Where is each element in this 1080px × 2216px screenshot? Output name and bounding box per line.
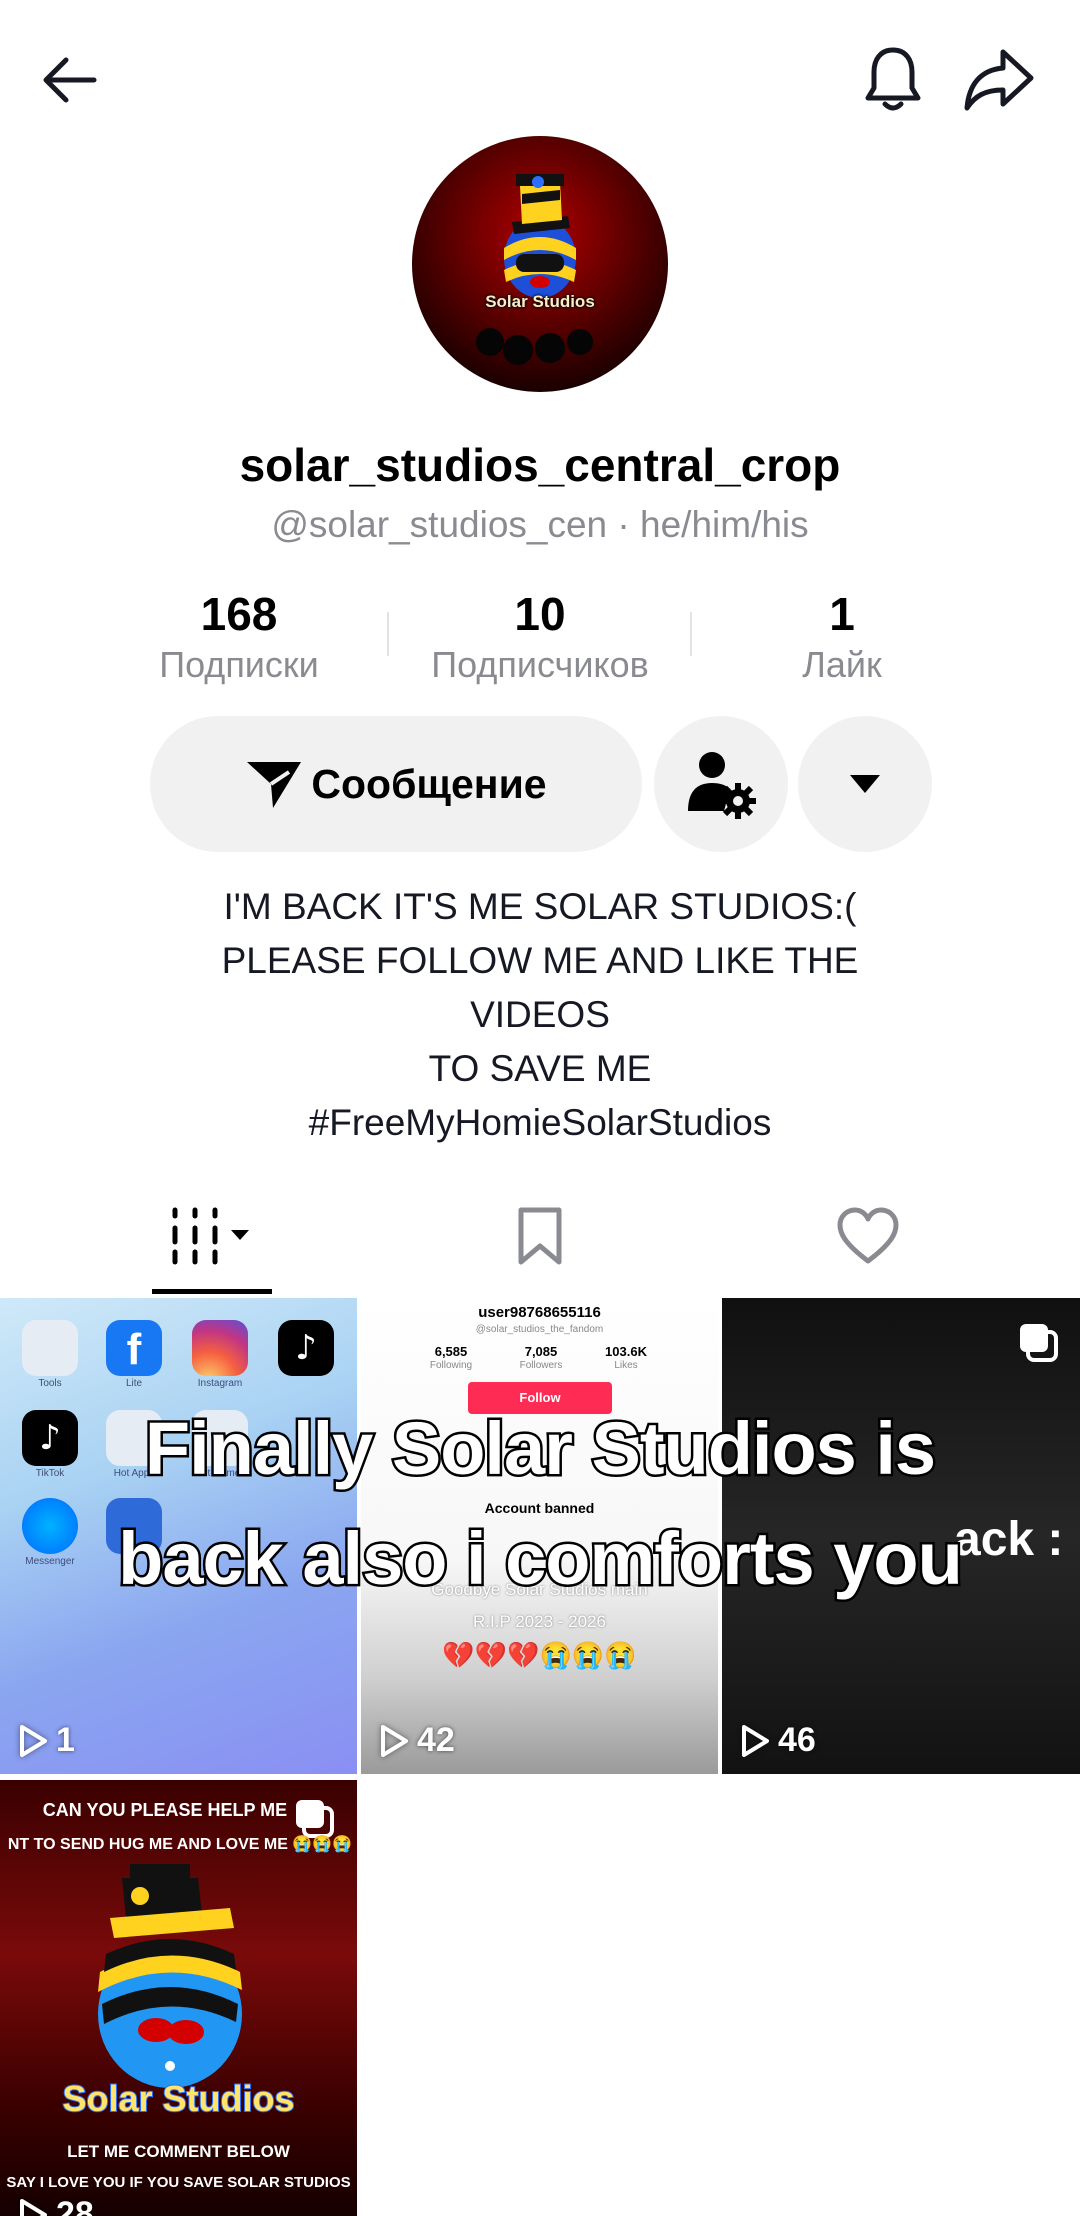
notifications-button[interactable] xyxy=(852,38,934,120)
thumb-stat-label: Following xyxy=(429,1360,473,1371)
share-arrow-icon xyxy=(964,49,1034,111)
play-icon xyxy=(381,1724,408,1757)
app-label: Tools xyxy=(38,1378,62,1389)
instagram-icon xyxy=(192,1320,248,1376)
bookmark-icon xyxy=(518,1207,562,1265)
bio-line: VIDEOS xyxy=(470,994,610,1035)
stat-divider xyxy=(387,612,389,656)
thumb-top-text: CAN YOU PLEASE HELP ME xyxy=(42,1800,288,1820)
arrow-left-icon xyxy=(43,57,97,103)
bio-hashtag[interactable]: #FreeMyHomieSolarStudios xyxy=(0,1096,1080,1150)
thumb-stat-value: 103.6K xyxy=(605,1344,647,1359)
thumb-stat-value: 7,085 xyxy=(524,1344,558,1359)
video-thumbnail[interactable]: CAN YOU PLEASE HELP ME NT TO SEND HUG ME… xyxy=(0,1780,357,2216)
display-name: solar_studios_central_crop xyxy=(239,439,841,491)
message-label: Сообщение xyxy=(311,760,547,807)
friend-settings-button[interactable] xyxy=(654,716,788,852)
tab-saved[interactable] xyxy=(500,1196,580,1276)
thumb-stat-label: Followers xyxy=(519,1360,563,1371)
caret-down-icon xyxy=(850,775,880,793)
play-icon xyxy=(742,1724,769,1757)
tab-videos[interactable] xyxy=(150,1196,274,1276)
view-count: 28 xyxy=(18,2195,94,2216)
thumb-stat-value: 6,585 xyxy=(434,1344,468,1359)
view-count-value: 28 xyxy=(56,2195,94,2216)
play-icon xyxy=(20,2198,47,2216)
thumb-emojis: 💔💔💔😭😭😭 xyxy=(442,1640,637,1670)
play-icon xyxy=(20,1724,47,1757)
thumb-stat-label: Likes xyxy=(614,1360,638,1371)
tools-folder-icon xyxy=(22,1320,78,1376)
profile-bio: I'M BACK IT'S ME SOLAR STUDIOS:( PLEASE … xyxy=(0,880,1080,1150)
view-count-value: 42 xyxy=(417,1721,455,1759)
thumb-title: Solar Studios xyxy=(61,2077,295,2120)
app-label: Instagram xyxy=(197,1378,243,1389)
more-options-button[interactable] xyxy=(798,716,932,852)
avatar-text: Solar Studios xyxy=(485,292,595,311)
stat-divider xyxy=(690,612,692,656)
thumb-username: user98768655116 xyxy=(478,1304,601,1321)
caption-line: back also i comforts you xyxy=(116,1515,966,1603)
stat-label: Подписки xyxy=(159,644,319,685)
mascot-image xyxy=(98,1864,242,2088)
bio-line: I'M BACK IT'S ME SOLAR STUDIOS:( xyxy=(223,886,857,927)
tab-liked[interactable] xyxy=(826,1196,910,1276)
thumb-bottom-text: SAY I LOVE YOU IF YOU SAVE SOLAR STUDIOS xyxy=(6,2174,351,2191)
tiktok-icon: ♪ xyxy=(278,1320,334,1376)
view-count-value: 46 xyxy=(778,1721,816,1759)
person-gear-icon xyxy=(688,752,756,819)
view-count: 42 xyxy=(379,1721,455,1760)
multi-photo-icon xyxy=(1020,1324,1058,1362)
username-line: @solar_studios_cen · he/him/his xyxy=(271,504,809,545)
caption-line: Finally Solar Studios is xyxy=(142,1405,938,1493)
thumb-top-text: NT TO SEND HUG ME AND LOVE ME 😭😭😭 xyxy=(7,1836,353,1853)
bio-line: TO SAVE ME xyxy=(428,1048,652,1089)
stat-following[interactable]: 168 Подписки xyxy=(94,586,384,688)
stat-value: 1 xyxy=(829,588,855,640)
stat-value: 168 xyxy=(200,588,278,640)
grid-columns-icon xyxy=(172,1207,249,1265)
heart-icon xyxy=(837,1207,899,1264)
view-count-value: 1 xyxy=(56,1721,75,1759)
stat-likes[interactable]: 1 Лайк xyxy=(697,586,987,688)
message-button[interactable]: Сообщение xyxy=(150,716,642,852)
thumb-rip-text: R.I.P 2023 - 2026 xyxy=(473,1612,606,1631)
send-icon xyxy=(247,762,302,808)
app-label: Lite xyxy=(125,1378,143,1389)
avatar-mascot-image xyxy=(476,174,593,365)
stat-value: 10 xyxy=(514,588,566,640)
thumb-bottom-text: LET ME COMMENT BELOW xyxy=(67,2142,290,2161)
view-count: 1 xyxy=(18,1721,75,1760)
view-count: 46 xyxy=(740,1721,816,1760)
bio-line: PLEASE FOLLOW ME AND LIKE THE xyxy=(221,940,859,981)
back-button[interactable] xyxy=(30,40,110,120)
stat-followers[interactable]: 10 Подписчиков xyxy=(395,586,685,688)
caption-overlay: Finally Solar Studios is back also i com… xyxy=(0,1394,1080,1614)
active-tab-indicator xyxy=(152,1289,272,1294)
share-button[interactable] xyxy=(958,38,1040,120)
profile-avatar[interactable]: Solar Studios xyxy=(412,136,668,392)
bell-icon xyxy=(865,47,921,111)
stat-label: Подписчиков xyxy=(431,644,649,685)
facebook-icon: f xyxy=(106,1320,162,1376)
stat-label: Лайк xyxy=(802,644,882,685)
thumb-handle: @solar_studios_the_fandom xyxy=(475,1324,604,1335)
